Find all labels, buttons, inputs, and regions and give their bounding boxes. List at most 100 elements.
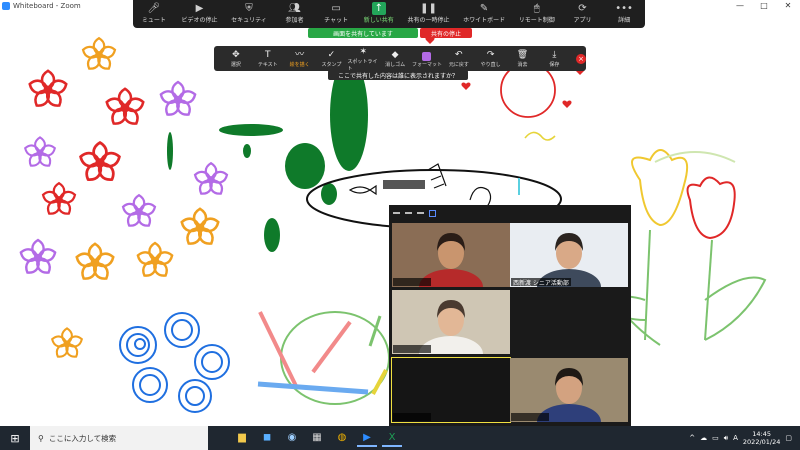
annotation-tool-label: やり直し [480,62,501,68]
annotation-tool-label: 絵を描く [289,62,310,68]
annotation-tool-2[interactable]: 〰絵を描く [284,49,316,68]
participant-video-tile[interactable] [510,358,628,422]
zoom-app-icon[interactable]: ▶ [357,429,377,447]
tray-icon-3[interactable]: 🔊︎ [724,434,728,443]
share-icon: ↑ [371,2,386,15]
meeting-toolbar-label: ホワイトボード [463,17,506,24]
meeting-toolbar-label: 参加者 [285,17,304,24]
meeting-toolbar-item-3[interactable]: 👥︎ 参加者 [280,2,308,24]
format-color-icon [422,51,432,61]
share-visibility-text: ここで共有した内容は誰に表示されますか？ [337,72,458,80]
hide-video-icon[interactable] [405,212,412,214]
meeting-toolbar-label: 新しい共有 [363,17,394,24]
participant-name-label: 西新渡 シニア活動部 [511,278,571,287]
spotlight-icon: ✶ [359,46,368,57]
meeting-toolbar-label: 詳細 [618,17,631,24]
microphone-icon: 🎤︎ [147,3,161,14]
windows-start-button[interactable]: ⊞ [0,432,30,445]
participant-video-tile[interactable] [392,223,510,287]
tray-icon-2[interactable]: ▭ [712,434,719,442]
tray-icon-0[interactable]: ^ [689,434,695,442]
meeting-toolbar-item-8[interactable]: 🖱︎ リモート制御 [519,2,555,24]
tray-icon-4[interactable]: A [733,434,738,442]
chrome-icon[interactable]: ◍ [332,429,352,447]
annotation-tool-3[interactable]: ✓ スタンプ [316,49,348,68]
zoom-whiteboard-window: Whiteboard - Zoom — □ ✕ 🎤︎ ミュート ▶ ビデオの停止… [0,0,800,450]
annotation-tool-7[interactable]: ↶ 元に戻す [443,49,475,68]
undo-icon: ↶ [455,50,463,60]
annotation-tool-5[interactable]: ◆ 消しゴム [379,49,411,68]
meeting-toolbar-item-9[interactable]: ⟳ アプリ [568,2,596,24]
taskbar-clock[interactable]: 14:45 2022/01/24 [743,430,780,446]
stop-share-button[interactable]: 共有の停止 [420,28,472,38]
notification-icon[interactable]: ▢ [785,434,792,442]
annotation-tool-9[interactable]: 🗑︎ 消去 [507,49,539,68]
annotation-tool-label: 消しゴム [385,62,406,68]
meeting-toolbar-item-7[interactable]: ✎ ホワイトボード [463,2,505,24]
annotation-tool-label: フォーマット [411,61,442,68]
excel-icon[interactable]: X [382,429,402,447]
gallery-view-icon[interactable] [429,209,436,217]
shield-icon: ⛨ [245,3,253,14]
participant-video-tile[interactable]: 西新渡 シニア活動部 [510,223,628,287]
meeting-toolbar-label: チャット [324,17,349,24]
chat-icon: ▭ [331,3,341,14]
apps-icon: ⟳ [578,3,587,14]
calculator-icon[interactable]: ▦ [307,429,327,447]
gallery-header [389,205,631,221]
participant-video-tile[interactable] [392,290,510,354]
video-gallery-panel[interactable]: 西新渡 シニア活動部 [389,205,631,427]
more-icon: ••• [615,3,633,14]
annotation-tool-10[interactable]: ⤓ 保存 [538,49,570,68]
trash-icon: 🗑︎ [516,50,529,60]
annotation-tool-label: テキスト [257,62,278,68]
annotation-tool-label: 消去 [517,62,528,68]
search-placeholder: ここに入力して検索 [48,433,117,443]
participant-name-label [393,345,431,353]
clock-time: 14:45 [752,430,771,438]
video-icon: ▶ [195,3,204,14]
annotation-tool-0[interactable]: ✥ 選択 [220,49,252,68]
share-visibility-message[interactable]: ここで共有した内容は誰に表示されますか？ [328,70,468,80]
system-tray: ^ ☁ ▭ 🔊︎ A 14:45 2022/01/24 ▢ [689,426,792,450]
participant-name-label [393,413,431,421]
meeting-toolbar-item-6[interactable]: ❚❚ 共有の一時停止 [407,2,449,24]
eraser-icon: ◆ [391,50,399,60]
annotation-tool-1[interactable]: T テキスト [252,49,284,68]
whiteboard-pen-icon: ✎ [479,3,489,14]
meeting-toolbar-label: ビデオの停止 [181,17,218,24]
meeting-toolbar-item-5[interactable]: ↑ 新しい共有 [364,2,394,24]
annotation-tool-label: スタンプ [321,62,342,68]
arrows-doodle [257,311,390,405]
meeting-toolbar-label: リモート制御 [518,17,555,24]
search-icon: ⚲ [38,433,44,443]
meeting-toolbar-item-10[interactable]: ••• 詳細 [610,2,638,24]
notes-app-icon[interactable]: ◼ [257,429,277,447]
windows-taskbar: ⊞ ⚲ ここに入力して検索 ▆ ◼ ◉ ▦ ◍ ▶ X ^ ☁ ▭ 🔊︎ A 14:45 2022/… [0,426,800,450]
redo-icon: ↷ [486,50,495,60]
stamp-icon: ✓ [327,50,336,60]
participant-name-label [511,413,549,421]
minimize-gallery-icon[interactable] [393,212,400,214]
text-icon: T [265,50,271,60]
sharing-status-banner: 画面を共有しています [308,28,418,38]
web-app-icon[interactable]: ◉ [282,429,302,447]
file-explorer-icon[interactable]: ▆ [232,429,252,447]
meeting-toolbar-item-4[interactable]: ▭ チャット [322,2,350,24]
close-annotation-icon[interactable]: × [576,53,586,64]
participant-video-tile[interactable] [391,357,511,423]
pause-icon: ❚❚ [420,3,437,14]
tray-icon-1[interactable]: ☁ [700,434,707,442]
meeting-toolbar-item-2[interactable]: ⛨ セキュリティ [231,2,267,24]
meeting-toolbar-item-0[interactable]: 🎤︎ ミュート [140,2,168,24]
taskbar-search-box[interactable]: ⚲ ここに入力して検索 [30,426,208,450]
meeting-toolbar-item-1[interactable]: ▶ ビデオの停止 [181,2,217,24]
speaker-view-icon[interactable] [417,212,424,214]
meeting-toolbar-label: アプリ [573,17,592,24]
annotation-tool-4[interactable]: ✶ スポットライト [347,46,379,72]
meeting-toolbar-label: セキュリティ [231,17,267,24]
annotation-tool-6[interactable]: フォーマット [411,50,443,68]
annotation-tool-label: 元に戻す [448,62,469,68]
annotation-tool-8[interactable]: ↷ やり直し [475,49,507,68]
participants-icon: 👥︎ [288,3,301,14]
